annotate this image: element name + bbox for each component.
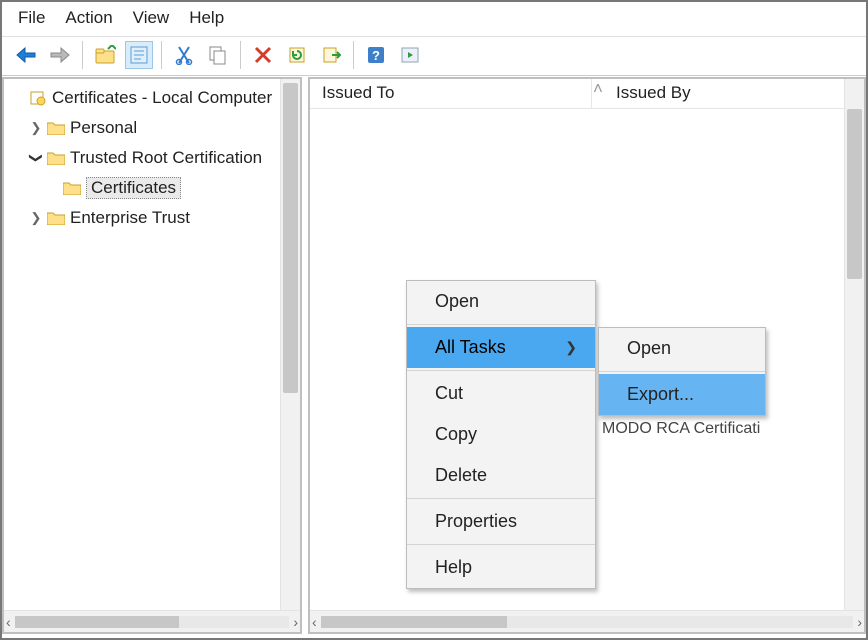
up-folder-button[interactable] xyxy=(91,41,119,69)
context-help[interactable]: Help xyxy=(407,547,595,588)
tree-body: Certificates - Local Computer ❯ Personal… xyxy=(4,79,280,632)
context-menu: Open All Tasks ❯ Cut Copy Delete Propert… xyxy=(406,280,596,589)
tree-label: Personal xyxy=(70,118,137,138)
expand-icon[interactable]: ❯ xyxy=(28,210,44,226)
back-button[interactable] xyxy=(12,41,40,69)
scroll-right-icon[interactable]: › xyxy=(293,614,298,630)
list-row-peek: MODO RCA Certificati xyxy=(602,420,762,438)
context-properties[interactable]: Properties xyxy=(407,501,595,542)
properties-toolbar-button[interactable] xyxy=(125,41,153,69)
submenu-export[interactable]: Export... xyxy=(599,374,765,415)
toolbar: ? xyxy=(2,36,866,76)
menu-bar: File Action View Help xyxy=(2,2,866,36)
context-copy[interactable]: Copy xyxy=(407,414,595,455)
folder-icon xyxy=(46,208,66,228)
tree-hscroll[interactable]: ‹ › xyxy=(4,610,300,632)
folder-icon xyxy=(46,148,66,168)
tree-label-selected: Certificates xyxy=(86,177,181,199)
tree-scrollbar[interactable] xyxy=(280,79,300,632)
list-hscroll[interactable]: ‹ › xyxy=(310,610,864,632)
run-toolbar-button[interactable] xyxy=(396,41,424,69)
context-cut[interactable]: Cut xyxy=(407,373,595,414)
expand-icon[interactable]: ❯ xyxy=(28,120,44,136)
column-issued-to[interactable]: Issued To xyxy=(310,79,592,108)
tree-item-certificates[interactable]: Certificates xyxy=(4,173,280,203)
tree-item-enterprise-trust[interactable]: ❯ Enterprise Trust xyxy=(4,203,280,233)
help-toolbar-button[interactable]: ? xyxy=(362,41,390,69)
collapse-icon[interactable]: ❯ xyxy=(28,150,44,166)
list-scrollbar[interactable] xyxy=(844,79,864,610)
tree-label: Trusted Root Certification xyxy=(70,148,262,168)
submenu-open[interactable]: Open xyxy=(599,328,765,369)
context-open[interactable]: Open xyxy=(407,281,595,322)
list-header: Issued To ˄ Issued By xyxy=(310,79,864,109)
delete-toolbar-button[interactable] xyxy=(249,41,277,69)
tree-pane: Certificates - Local Computer ❯ Personal… xyxy=(2,77,302,634)
scroll-right-icon[interactable]: › xyxy=(857,614,862,630)
certificate-store-icon xyxy=(28,88,48,108)
tree-label: Enterprise Trust xyxy=(70,208,190,228)
context-all-tasks[interactable]: All Tasks ❯ xyxy=(407,327,595,368)
tree-item-personal[interactable]: ❯ Personal xyxy=(4,113,280,143)
column-resize-icon[interactable]: ˄ xyxy=(592,79,604,108)
copy-toolbar-button[interactable] xyxy=(204,41,232,69)
submenu-arrow-icon: ❯ xyxy=(565,339,577,356)
cut-toolbar-button[interactable] xyxy=(170,41,198,69)
tree-root-label: Certificates - Local Computer xyxy=(52,88,272,108)
folder-icon xyxy=(46,118,66,138)
column-issued-by[interactable]: Issued By xyxy=(604,79,864,108)
menu-file[interactable]: File xyxy=(18,8,45,28)
menu-view[interactable]: View xyxy=(133,8,170,28)
menu-action[interactable]: Action xyxy=(65,8,112,28)
context-delete[interactable]: Delete xyxy=(407,455,595,496)
scroll-left-icon[interactable]: ‹ xyxy=(6,614,11,630)
export-toolbar-button[interactable] xyxy=(317,41,345,69)
tree-item-trusted-root[interactable]: ❯ Trusted Root Certification xyxy=(4,143,280,173)
menu-help[interactable]: Help xyxy=(189,8,224,28)
submenu-all-tasks: Open Export... xyxy=(598,327,766,416)
refresh-toolbar-button[interactable] xyxy=(283,41,311,69)
svg-text:?: ? xyxy=(372,48,380,63)
scroll-left-icon[interactable]: ‹ xyxy=(312,614,317,630)
folder-icon xyxy=(62,178,82,198)
forward-button[interactable] xyxy=(46,41,74,69)
tree-root[interactable]: Certificates - Local Computer xyxy=(4,83,280,113)
